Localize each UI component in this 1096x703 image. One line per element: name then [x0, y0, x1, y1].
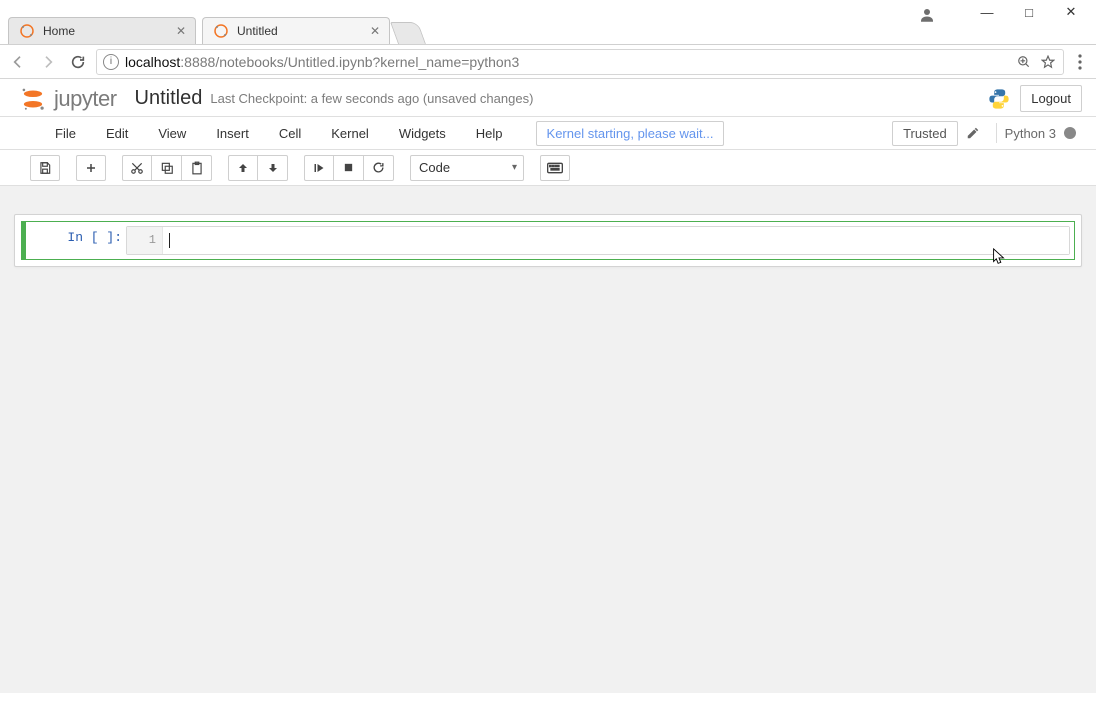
forward-icon[interactable] [36, 50, 60, 74]
zoom-icon[interactable] [1015, 53, 1033, 71]
menu-cell[interactable]: Cell [264, 119, 316, 148]
run-button[interactable] [304, 155, 334, 181]
logout-button[interactable]: Logout [1020, 85, 1082, 112]
restart-button[interactable] [364, 155, 394, 181]
kernel-indicator-icon [1064, 127, 1076, 139]
menu-insert[interactable]: Insert [201, 119, 264, 148]
tab-close-icon[interactable]: ✕ [369, 25, 381, 37]
notebook-favicon-icon [213, 23, 229, 39]
tab-home[interactable]: Home ✕ [8, 17, 196, 44]
cell-type-select[interactable]: Code [410, 155, 524, 181]
python-logo-icon [988, 88, 1010, 110]
toolbar: Code [0, 150, 1096, 186]
interrupt-button[interactable] [334, 155, 364, 181]
cell-input-area[interactable]: 1 [126, 226, 1070, 255]
cell-prompt: In [ ]: [26, 222, 126, 259]
jupyter-header: jupyter Untitled Last Checkpoint: a few … [0, 79, 1096, 116]
maximize-icon[interactable]: □ [1022, 5, 1036, 19]
tab-untitled[interactable]: Untitled ✕ [202, 17, 390, 44]
omnibox[interactable]: i localhost:8888/notebooks/Untitled.ipyn… [96, 49, 1064, 75]
new-tab-button[interactable] [390, 22, 426, 44]
url-text: localhost:8888/notebooks/Untitled.ipynb?… [125, 54, 1009, 70]
code-editor[interactable] [163, 227, 1069, 254]
notebook-area: In [ ]: 1 [0, 186, 1096, 693]
tab-label: Home [43, 24, 75, 38]
notebook-title[interactable]: Untitled [135, 87, 203, 110]
menu-help[interactable]: Help [461, 119, 518, 148]
bookmark-icon[interactable] [1039, 53, 1057, 71]
insert-cell-button[interactable] [76, 155, 106, 181]
jupyter-logo[interactable]: jupyter [20, 86, 117, 112]
checkpoint-text: Last Checkpoint: a few seconds ago (unsa… [210, 91, 533, 106]
jupyter-favicon-icon [19, 23, 35, 39]
profile-icon[interactable] [918, 6, 936, 27]
menu-edit[interactable]: Edit [91, 119, 143, 148]
save-button[interactable] [30, 155, 60, 181]
brand-text: jupyter [54, 86, 117, 112]
tab-label: Untitled [237, 24, 278, 38]
kernel-name[interactable]: Python 3 [1005, 126, 1056, 141]
reload-icon[interactable] [66, 50, 90, 74]
menu-file[interactable]: File [40, 119, 91, 148]
menu-bar: File Edit View Insert Cell Kernel Widget… [0, 117, 1096, 150]
menu-widgets[interactable]: Widgets [384, 119, 461, 148]
back-icon[interactable] [6, 50, 30, 74]
move-up-button[interactable] [228, 155, 258, 181]
notebook-container: In [ ]: 1 [14, 214, 1082, 267]
copy-button[interactable] [152, 155, 182, 181]
menu-view[interactable]: View [143, 119, 201, 148]
site-info-icon[interactable]: i [103, 54, 119, 70]
edit-icon[interactable] [964, 124, 982, 142]
browser-menu-icon[interactable] [1070, 52, 1090, 72]
cut-button[interactable] [122, 155, 152, 181]
kernel-status-message: Kernel starting, please wait... [536, 121, 725, 146]
address-bar: i localhost:8888/notebooks/Untitled.ipyn… [0, 45, 1096, 79]
trusted-badge[interactable]: Trusted [892, 121, 958, 146]
paste-button[interactable] [182, 155, 212, 181]
line-number: 1 [127, 227, 163, 254]
menu-kernel[interactable]: Kernel [316, 119, 384, 148]
window-close-icon[interactable]: ✕ [1064, 5, 1078, 19]
move-down-button[interactable] [258, 155, 288, 181]
command-palette-button[interactable] [540, 155, 570, 181]
minimize-icon[interactable]: — [980, 5, 994, 19]
tab-close-icon[interactable]: ✕ [175, 25, 187, 37]
code-cell[interactable]: In [ ]: 1 [21, 221, 1075, 260]
